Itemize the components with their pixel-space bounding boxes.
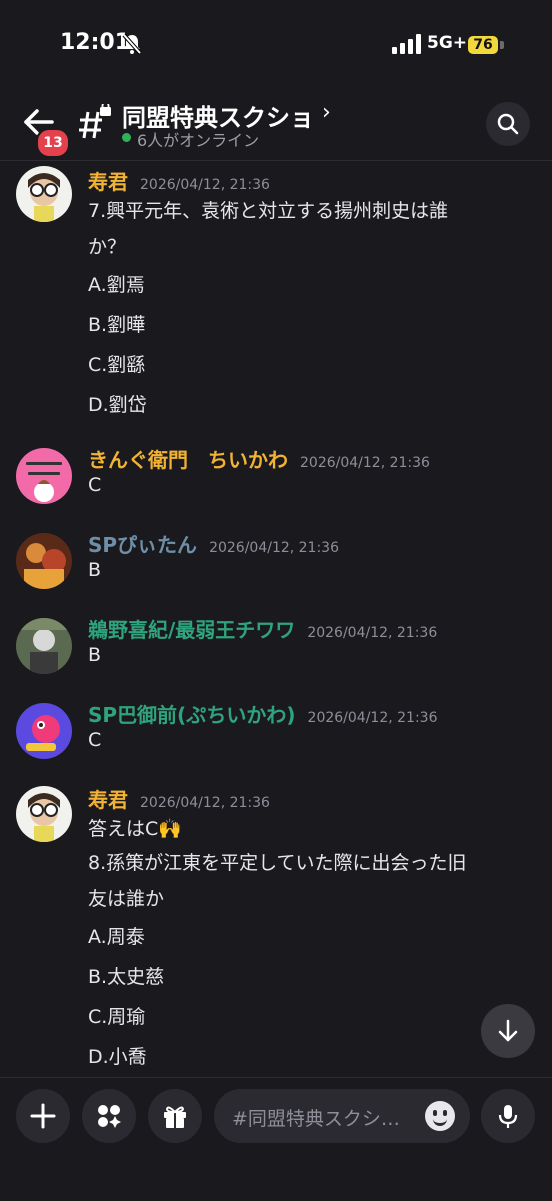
message-line: C [88, 729, 102, 751]
battery-tip [500, 41, 504, 49]
signal-icon [392, 34, 421, 54]
apps-icon [98, 1105, 121, 1128]
gift-button[interactable] [148, 1089, 202, 1143]
username[interactable]: 寿君 [88, 788, 128, 812]
username[interactable]: きんぐ衛門 ちいかわ [88, 448, 288, 472]
timestamp: 2026/04/12, 21:36 [307, 710, 438, 726]
battery-icon: 76 [468, 36, 498, 54]
channel-header: 13 同盟特典スクショ › 6人がオンライン [0, 90, 552, 161]
message-line: D.劉岱 [88, 394, 147, 416]
message-line: C [88, 474, 102, 496]
user-avatar[interactable] [16, 533, 72, 589]
online-count: 6人がオンライン [137, 131, 260, 150]
username[interactable]: 寿君 [88, 170, 128, 194]
add-attachment-button[interactable] [16, 1089, 70, 1143]
timestamp: 2026/04/12, 21:36 [140, 795, 270, 811]
timestamp: 2026/04/12, 21:36 [300, 455, 430, 471]
emoji-icon[interactable] [425, 1101, 455, 1131]
network-type: 5G+ [427, 33, 468, 53]
message-line: C.劉繇 [88, 354, 146, 376]
user-avatar[interactable] [16, 448, 72, 504]
voice-message-button[interactable] [481, 1089, 535, 1143]
username[interactable]: SP巴御前(ぷちいかわ) [88, 703, 296, 727]
status-bar: 12:01 5G+ 76 [0, 0, 552, 90]
username[interactable]: 鵜野喜紀/最弱王チワワ [88, 618, 295, 642]
bell-muted-icon [122, 33, 142, 55]
unread-badge: 13 [36, 128, 70, 158]
message-line: B.太史慈 [88, 966, 165, 988]
arrow-down-icon [498, 1019, 518, 1042]
plus-icon [30, 1103, 56, 1129]
user-avatar[interactable] [16, 618, 72, 674]
search-button[interactable] [486, 102, 530, 146]
online-indicator [122, 133, 131, 142]
message-composer: #同盟特典スクシ… [0, 1077, 552, 1201]
timestamp: 2026/04/12, 21:36 [140, 177, 270, 193]
gift-icon [164, 1106, 186, 1128]
microphone-icon [498, 1105, 518, 1128]
message-input-placeholder: #同盟特典スクシ… [232, 1108, 400, 1130]
message-line: C.周瑜 [88, 1006, 146, 1028]
status-time: 12:01 [60, 30, 131, 55]
message-line: か？ [88, 236, 127, 258]
message-line: 7.興平元年、袁術と対立する揚州刺史は誰 [88, 200, 449, 222]
message-line: 8.孫策が江東を平定していた際に出会った旧 [88, 852, 467, 874]
message-line: 友は誰か [88, 888, 165, 910]
message-line: B [88, 644, 102, 666]
timestamp: 2026/04/12, 21:36 [209, 540, 339, 556]
timestamp: 2026/04/12, 21:36 [307, 625, 438, 641]
apps-button[interactable] [82, 1089, 136, 1143]
message-line: 答えはC🙌 [88, 818, 182, 840]
chevron-right-icon[interactable]: › [322, 100, 331, 125]
message-input[interactable]: #同盟特典スクシ… [214, 1089, 470, 1143]
user-avatar[interactable] [16, 703, 72, 759]
search-icon [497, 113, 519, 135]
scroll-to-bottom-button[interactable] [481, 1004, 535, 1058]
locked-channel-icon [79, 104, 111, 139]
username[interactable]: SPぴぃたん [88, 533, 197, 557]
message-line: D.小喬 [88, 1046, 147, 1068]
message-line: B [88, 559, 102, 581]
message-line: A.劉焉 [88, 274, 145, 296]
message-line: B.劉曄 [88, 314, 146, 336]
user-avatar[interactable] [16, 786, 72, 842]
message-line: A.周泰 [88, 926, 145, 948]
user-avatar[interactable] [16, 166, 72, 222]
